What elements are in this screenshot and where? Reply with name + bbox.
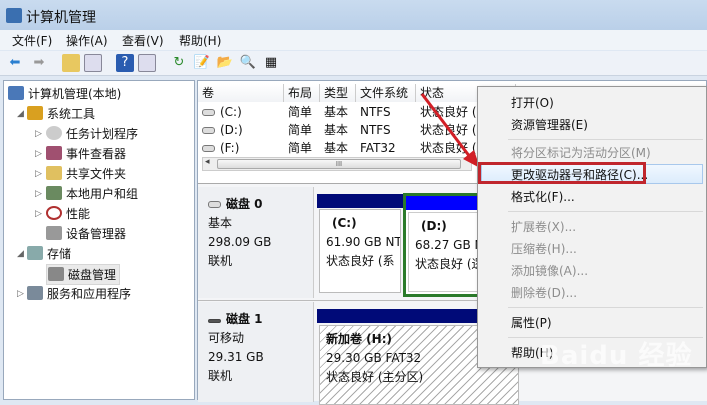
menu-separator — [508, 139, 703, 140]
menu-item-delete-volume: 删除卷(D)... — [511, 286, 578, 300]
menu-item-extend-volume: 扩展卷(X)... — [511, 220, 577, 234]
menu-item-shrink-volume: 压缩卷(H)... — [511, 242, 577, 256]
menu-item-open[interactable]: 打开(O) — [511, 94, 554, 111]
menu-item-add-mirror: 添加镜像(A)... — [511, 264, 589, 278]
context-menu: 打开(O) 资源管理器(E) 将分区标记为活动分区(M) 更改驱动器号和路径(C… — [477, 86, 707, 368]
menu-item-format[interactable]: 格式化(F)... — [511, 188, 575, 205]
baidu-watermark: Baidu 经验 — [540, 341, 693, 371]
menu-item-mark-active: 将分区标记为活动分区(M) — [511, 146, 651, 160]
menu-separator — [508, 307, 703, 308]
menu-separator — [508, 211, 703, 212]
menu-item-explorer[interactable]: 资源管理器(E) — [511, 116, 588, 133]
menu-item-properties[interactable]: 属性(P) — [511, 314, 552, 331]
annotation-highlight-box — [478, 162, 646, 184]
